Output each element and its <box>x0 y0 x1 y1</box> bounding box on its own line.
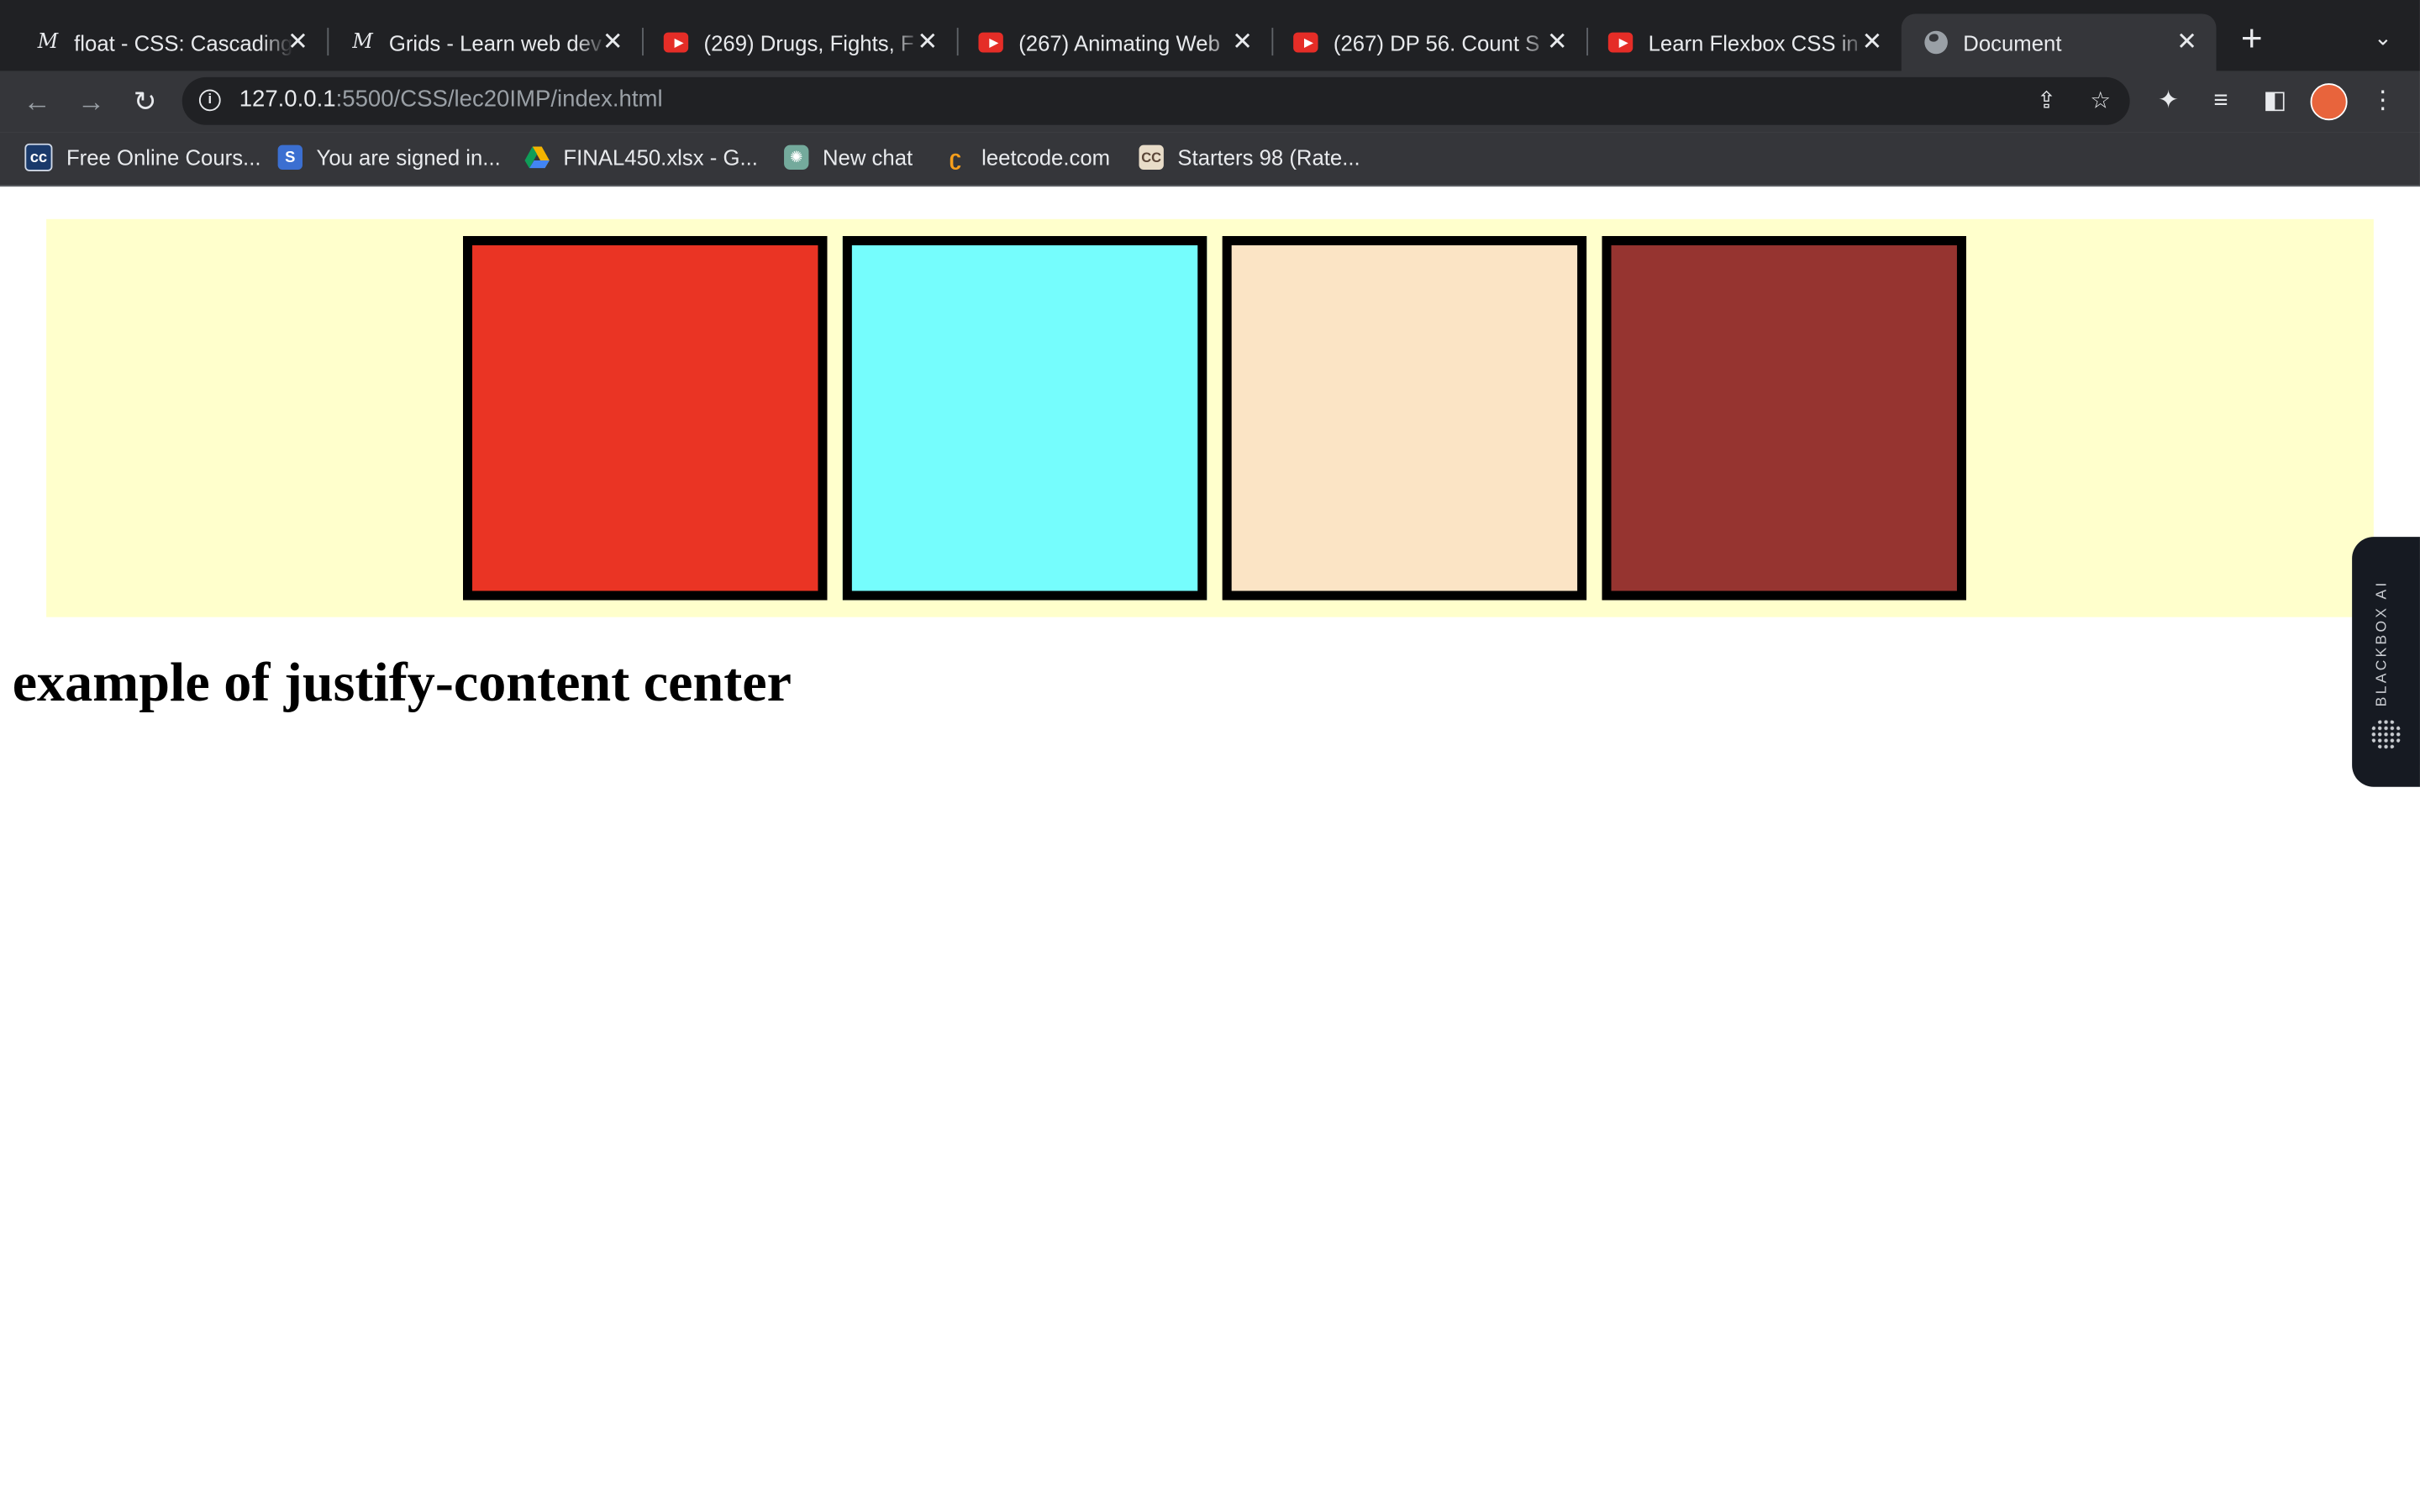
bookmark-new-chat[interactable]: ✺ New chat <box>784 144 913 171</box>
extensions-puzzle-icon[interactable]: ✦ <box>2151 85 2185 118</box>
bookmark-signed-in[interactable]: S You are signed in... <box>277 144 501 171</box>
bookmark-label: leetcode.com <box>981 144 1111 171</box>
reload-icon[interactable]: ↻ <box>127 83 164 120</box>
tab-document[interactable]: Document ✕ <box>1901 13 2217 71</box>
bookmark-label: FINAL450.xlsx - G... <box>563 144 758 171</box>
tab-title: Grids - Learn web dev <box>388 29 602 55</box>
openai-icon: ✺ <box>784 144 809 171</box>
bookmarks-bar: cc Free Online Cours... S You are signed… <box>0 132 2420 187</box>
bookmark-free-online-courses[interactable]: cc Free Online Cours... <box>24 143 261 171</box>
flex-box-brown <box>1602 236 1966 601</box>
mdn-icon: M <box>352 30 373 55</box>
flex-box-bisque <box>1222 236 1587 601</box>
leetcode-icon: ʗ <box>949 144 962 171</box>
bookmark-label: You are signed in... <box>316 144 501 171</box>
tab-title: (269) Drugs, Fights, F <box>703 29 914 55</box>
youtube-icon <box>978 30 1003 55</box>
cc-icon: cc <box>24 143 53 171</box>
flex-container <box>46 218 2374 617</box>
profile-avatar[interactable] <box>2310 83 2348 121</box>
bookmark-label: Starters 98 (Rate... <box>1177 144 1360 171</box>
blackbox-ai-label: BLACKBOX AI <box>2373 580 2391 707</box>
bookmark-leetcode[interactable]: ʗ leetcode.com <box>943 144 1110 171</box>
mdn-icon: M <box>37 30 59 55</box>
browser-toolbar: ← → ↻ i 127.0.0.1:5500/CSS/lec20IMP/inde… <box>0 71 2420 133</box>
youtube-icon <box>1607 30 1634 55</box>
media-queue-icon[interactable]: ≡ <box>2204 85 2238 118</box>
info-icon[interactable]: i <box>198 89 221 112</box>
tab-title: float - CSS: Cascading <box>74 29 293 55</box>
close-icon[interactable]: ✕ <box>913 28 941 55</box>
bookmark-final450[interactable]: FINAL450.xlsx - G... <box>524 144 758 171</box>
google-drive-icon <box>524 145 550 170</box>
tab-youtube-flexbox[interactable]: Learn Flexbox CSS in ✕ <box>1586 14 1902 71</box>
close-icon[interactable]: ✕ <box>1544 28 1571 55</box>
tab-grids[interactable]: M Grids - Learn web dev ✕ <box>327 14 642 71</box>
kebab-menu-icon[interactable]: ⋮ <box>2366 85 2400 118</box>
blackbox-logo-icon <box>2370 718 2402 750</box>
tab-youtube-animating[interactable]: (267) Animating Web ✕ <box>957 14 1272 71</box>
tab-title: Document <box>1963 29 2062 55</box>
bookmark-star-icon[interactable]: ☆ <box>2085 87 2116 118</box>
page-heading: example of justify-content center <box>12 651 792 713</box>
close-icon[interactable]: ✕ <box>1858 28 1886 55</box>
s-icon: S <box>277 144 302 171</box>
tab-youtube-dp56[interactable]: (267) DP 56. Count S ✕ <box>1271 14 1586 71</box>
back-arrow-icon[interactable]: ← <box>18 83 55 120</box>
share-icon[interactable]: ⇪ <box>2031 87 2062 118</box>
close-icon[interactable]: ✕ <box>599 28 627 55</box>
tab-title: Learn Flexbox CSS in <box>1648 29 1859 55</box>
new-tab-button[interactable]: + <box>2232 21 2272 62</box>
tab-float-css[interactable]: M float - CSS: Cascading ✕ <box>13 14 328 71</box>
close-icon[interactable]: ✕ <box>284 28 312 55</box>
youtube-icon <box>663 30 689 55</box>
globe-icon <box>1923 30 1948 55</box>
page-viewport: example of justify-content center <box>0 186 2420 1512</box>
address-bar[interactable]: i 127.0.0.1:5500/CSS/lec20IMP/index.html… <box>182 76 2130 125</box>
flex-box-cyan <box>842 236 1207 601</box>
tab-title: (267) DP 56. Count S <box>1333 29 1540 55</box>
url-text[interactable]: 127.0.0.1:5500/CSS/lec20IMP/index.html <box>239 87 663 113</box>
tab-title: (267) Animating Web <box>1018 29 1220 55</box>
bookmark-label: New chat <box>822 144 913 171</box>
tab-strip: M float - CSS: Cascading ✕ M Grids - Lea… <box>0 0 2420 71</box>
bookmark-label: Free Online Cours... <box>66 144 261 171</box>
url-path: :5500/CSS/lec20IMP/index.html <box>335 86 663 113</box>
close-icon[interactable]: ✕ <box>1228 28 1256 55</box>
youtube-icon <box>1293 30 1318 55</box>
forward-arrow-icon[interactable]: → <box>72 83 109 120</box>
blackbox-ai-widget[interactable]: BLACKBOX AI <box>2352 537 2420 787</box>
tab-youtube-drugs[interactable]: (269) Drugs, Fights, F ✕ <box>642 14 957 71</box>
tab-search-icon[interactable]: ⌄ <box>2367 24 2398 55</box>
codechef-icon: CC <box>1139 144 1164 171</box>
url-host: 127.0.0.1 <box>239 86 336 113</box>
side-panel-icon[interactable]: ◧ <box>2258 85 2291 118</box>
close-icon[interactable]: ✕ <box>2173 28 2201 55</box>
flex-box-red <box>463 236 828 601</box>
bookmark-starters-98[interactable]: CC Starters 98 (Rate... <box>1139 144 1360 171</box>
